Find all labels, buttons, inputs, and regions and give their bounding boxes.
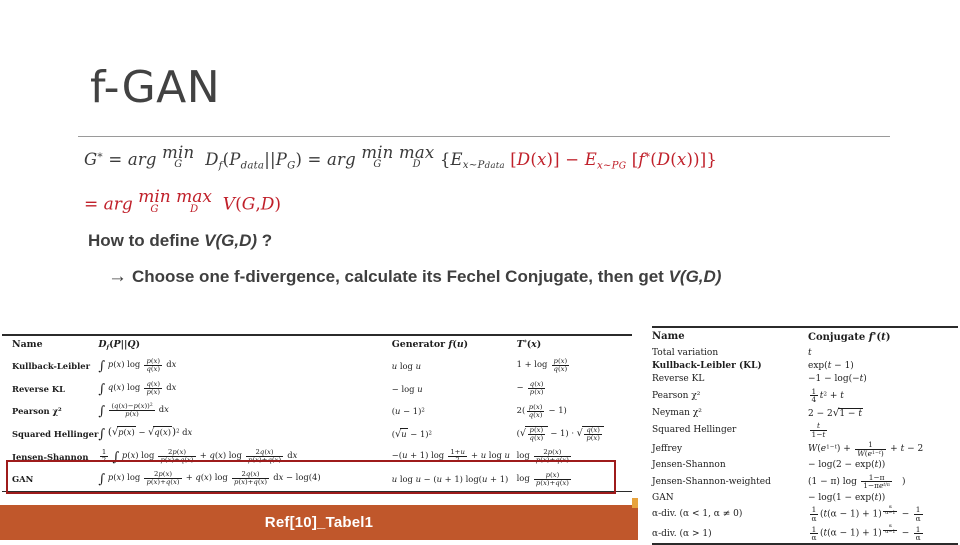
row-name: Squared Hellinger <box>12 428 99 439</box>
howto-line: How to define V(G,D) ? <box>88 231 272 251</box>
row-df: ∫ (q(x)−p(x))2 p(x) dx <box>98 402 169 420</box>
row-tstar: log p(x) p(x)+q(x) <box>516 470 571 487</box>
row-tstar: (√ p(x) q(x) − 1) · √ q(x) p(x) <box>517 423 632 446</box>
table-header-row: Name Conjugate f*(t) <box>652 328 958 347</box>
row-conjugate: −1 − log(−t) <box>808 374 867 385</box>
th-df: Df(P||Q) <box>98 338 140 351</box>
row-name: α-div. (α < 1, α ≠ 0) <box>652 509 743 520</box>
table-row: Jeffrey W(e1−t) + 1 W(e1−t) + t − 2 <box>652 440 958 459</box>
table-row: Kullback-Leibler (KL) exp(t − 1) <box>652 360 958 373</box>
table-row: GAN − log(1 − exp(t)) <box>652 491 958 504</box>
row-df: ∫ q(x) log q(x) p(x) dx <box>98 379 177 397</box>
howto-vgd: V(G,D) <box>204 231 258 250</box>
row-conjugate: t 1−t <box>809 421 828 439</box>
row-df: ∫ p(x) log p(x) q(x) dx <box>98 357 177 374</box>
row-tstar: 2(p(x) q(x) − 1) <box>516 402 567 419</box>
table-bottom-rule <box>2 490 632 493</box>
row-name: Jeffrey <box>652 444 683 455</box>
th-conjugate: Conjugate f*(t) <box>808 330 891 343</box>
table-row: Pearson χ² ∫ (q(x)−p(x))2 p(x) dx (u − 1)… <box>2 400 632 423</box>
howto-suffix: ? <box>257 231 273 250</box>
table-row: α-div. (α > 1) 1 α (t(α − 1) + 1) α α−1 − 1α <box>652 524 958 543</box>
table-body: Total variation t Kullback-Leibler (KL) … <box>652 346 958 543</box>
row-name: Pearson χ² <box>12 406 62 417</box>
table-header-row: Name Df(P||Q) Generator f(u) T*(x) <box>2 336 632 355</box>
table-row: Total variation t <box>652 346 958 359</box>
row-df: ∫ (√p(x) − √q(x))2 dx <box>98 425 193 442</box>
row-name: Kullback-Leibler <box>12 360 91 371</box>
row-name: Jensen-Shannon <box>652 460 726 471</box>
row-conjugate: W(e1−t) + 1 W(e1−t) + t − 2 <box>808 440 924 458</box>
table-conjugates: Name Conjugate f*(t) Total variation t K… <box>652 326 958 545</box>
row-conjugate: 1 α (t(α − 1) + 1) α α−1 − 1α <box>809 524 923 543</box>
table-row: Squared Hellinger ∫ (√p(x) − √q(x))2 dx … <box>2 423 632 446</box>
row-generator: (√u − 1)2 <box>391 427 432 440</box>
row-conjugate: − log(2 − exp(t)) <box>808 460 886 471</box>
table-fdivergences: Name Df(P||Q) Generator f(u) T*(x) Kullb… <box>2 334 632 493</box>
title-divider <box>78 136 890 137</box>
row-conjugate: 2 − 2√1 − t <box>808 406 863 419</box>
table-body: Kullback-Leibler ∫ p(x) log p(x) q(x) dx … <box>2 355 632 491</box>
row-name: Jensen-Shannon <box>12 451 89 462</box>
row-conjugate: exp(t − 1) <box>808 361 854 372</box>
table-row: Squared Hellinger t 1−t <box>652 420 958 439</box>
equation-line-1: G* = arg min G Df(Pdata||PG) = arg min G m… <box>84 142 718 172</box>
slide-canvas: f-GAN G* = arg min G Df(Pdata||PG) = arg … <box>0 0 960 545</box>
caption-text: Ref[10]_Tabel1 <box>264 514 374 531</box>
row-generator: u log u − (u + 1) log(u + 1) <box>391 474 509 485</box>
row-conjugate: 1 4 t2 + t <box>809 386 844 405</box>
row-tstar: 1 + log p(x) q(x) <box>516 357 570 374</box>
howto-prefix: How to define <box>88 231 205 250</box>
row-name: Squared Hellinger <box>652 425 737 436</box>
table-row: Jensen-Shannon 12 ∫ p(x) log 2p(x) p(x)+q… <box>2 445 632 468</box>
th-name: Name <box>12 339 43 351</box>
table-row: Jensen-Shannon-weighted (1 − π) log 1−π 1… <box>652 472 958 491</box>
table-row: Reverse KL −1 − log(−t) <box>652 373 958 386</box>
row-tstar: log 2p(x) p(x)+q(x) <box>516 448 571 465</box>
arrow-icon: → <box>108 266 127 287</box>
table-row: Reverse KL ∫ q(x) log q(x) p(x) dx − log … <box>2 377 632 400</box>
table-row: Neyman χ² 2 − 2√1 − t <box>652 405 958 420</box>
table-row: Pearson χ² 1 4 t2 + t <box>652 386 958 405</box>
table-row: Kullback-Leibler ∫ p(x) log p(x) q(x) dx … <box>2 355 632 378</box>
table-row: Jensen-Shannon − log(2 − exp(t)) <box>652 459 958 472</box>
row-name: GAN <box>12 474 34 485</box>
row-conjugate: − log(1 − exp(t)) <box>808 492 886 503</box>
row-generator: − log u <box>391 383 423 394</box>
choose-text: Choose one f-divergence, calculate its F… <box>132 267 669 286</box>
choose-vgd: V(G,D) <box>668 267 722 286</box>
row-name: Kullback-Leibler (KL) <box>652 361 762 372</box>
row-name: GAN <box>652 492 674 503</box>
row-tstar: − q(x) p(x) <box>516 380 546 397</box>
equation-line-2: = arg min G max D V(G,D) <box>84 187 281 216</box>
row-name: Pearson χ² <box>652 390 701 401</box>
row-df: ∫ p(x) log 2p(x) p(x)+q(x) + q(x) log 2q(… <box>98 470 321 488</box>
row-conjugate: t <box>808 348 812 359</box>
table-row: α-div. (α < 1, α ≠ 0) 1 α (t(α − 1) + 1) α α… <box>652 504 958 523</box>
row-name: α-div. (α > 1) <box>652 528 712 539</box>
row-generator: −(u + 1) log 1+u 2 + u log u <box>391 448 510 465</box>
th-generator: Generator f(u) <box>391 339 469 351</box>
row-name: Total variation <box>652 348 719 359</box>
row-name: Reverse KL <box>652 374 705 385</box>
choose-line: → Choose one f-divergence, calculate its … <box>108 266 721 288</box>
th-tstar: T*(x) <box>516 339 542 351</box>
row-df: 12 ∫ p(x) log 2p(x) p(x)+q(x) + q(x) log … <box>99 447 298 465</box>
row-generator: (u − 1)2 <box>391 406 425 417</box>
row-name: Reverse KL <box>12 383 66 394</box>
equation-block: G* = arg min G Df(Pdata||PG) = arg min G m… <box>84 142 924 220</box>
row-name: Jensen-Shannon-weighted <box>652 476 771 487</box>
row-name: Neyman χ² <box>652 407 702 418</box>
row-conjugate: 1 α (t(α − 1) + 1) α α−1 − 1α <box>809 505 923 523</box>
row-conjugate: (1 − π) log 1−π 1−πet/π ) <box>808 472 906 491</box>
page-title: f-GAN <box>90 62 221 113</box>
th-name: Name <box>652 331 685 343</box>
row-generator: u log u <box>391 360 421 371</box>
table-row-gan: GAN ∫ p(x) log 2p(x) p(x)+q(x) + q(x) log… <box>2 468 632 491</box>
